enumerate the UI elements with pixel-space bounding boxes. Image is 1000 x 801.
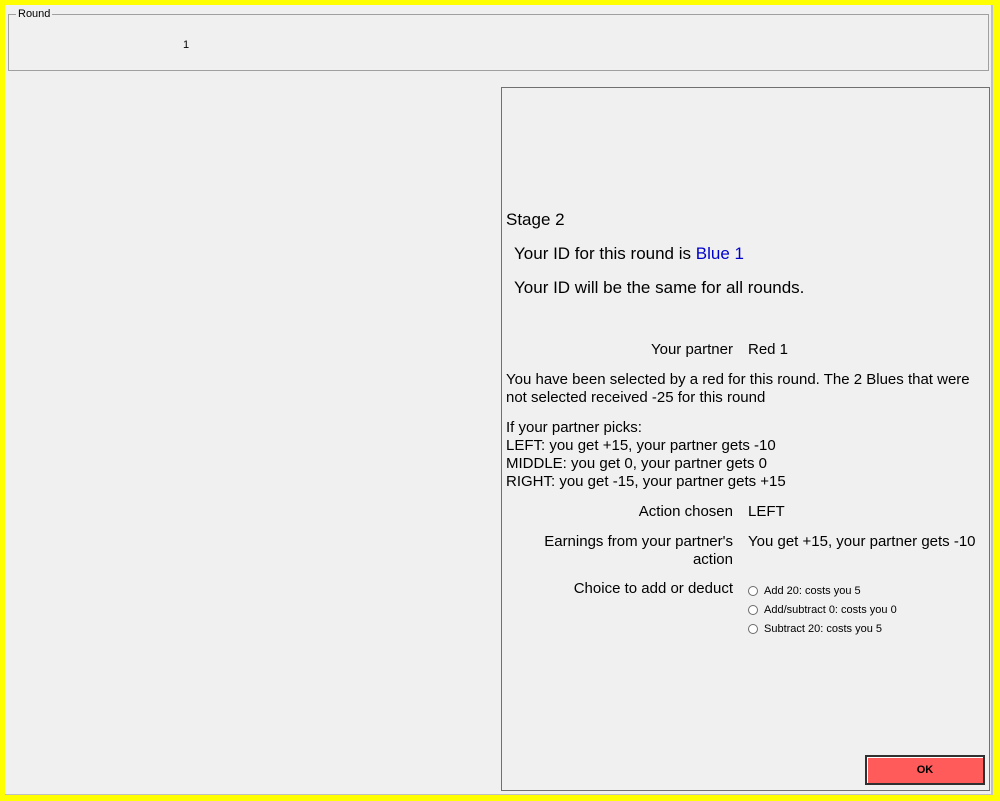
ok-button[interactable]: OK: [865, 755, 985, 785]
radio-subtract-20[interactable]: Subtract 20: costs you 5: [748, 619, 897, 638]
stage-title: Stage 2: [506, 210, 565, 229]
round-group-box: Round 1: [8, 8, 989, 71]
radio-option-label: Add/subtract 0: costs you 0: [764, 603, 897, 616]
id-prefix: Your ID for this round is: [514, 244, 696, 263]
same-id-notice: Your ID will be the same for all rounds.: [514, 278, 805, 297]
earnings-value: You get +15, your partner gets -10: [748, 533, 976, 550]
radio-option-label: Add 20: costs you 5: [764, 584, 861, 597]
radio-add-20[interactable]: Add 20: costs you 5: [748, 581, 897, 600]
radio-button-icon[interactable]: [748, 604, 758, 615]
picks-intro: If your partner picks:: [506, 419, 642, 436]
app-window: Round 1 Stage 2 Your ID for this round i…: [5, 5, 993, 795]
radio-button-icon[interactable]: [748, 623, 758, 634]
id-value: Blue 1: [695, 244, 744, 263]
partner-value: Red 1: [748, 341, 789, 358]
radio-add-subtract-0[interactable]: Add/subtract 0: costs you 0: [748, 600, 897, 619]
action-chosen-label: Action chosen: [638, 503, 733, 520]
round-legend: Round: [16, 8, 53, 21]
pick-left-text: LEFT: you get +15, your partner gets -10: [506, 437, 776, 454]
stage-panel: Stage 2 Your ID for this round is Blue 1…: [501, 87, 990, 791]
choice-radio-group: Add 20: costs you 5 Add/subtract 0: cost…: [748, 581, 897, 638]
selection-notice: You have been selected by a red for this…: [506, 371, 970, 406]
choice-label: Choice to add or deduct: [573, 580, 733, 597]
radio-button-icon[interactable]: [748, 585, 758, 596]
id-line: Your ID for this round is Blue 1: [514, 244, 744, 264]
action-chosen-value: LEFT: [748, 503, 785, 520]
pick-middle-text: MIDDLE: you get 0, your partner gets 0: [506, 455, 767, 472]
earnings-label: Earnings from your partner's action: [544, 533, 733, 568]
round-number: 1: [183, 39, 190, 51]
pick-right-text: RIGHT: you get -15, your partner gets +1…: [506, 473, 786, 490]
radio-option-label: Subtract 20: costs you 5: [764, 622, 883, 635]
partner-label: Your partner: [650, 341, 733, 358]
